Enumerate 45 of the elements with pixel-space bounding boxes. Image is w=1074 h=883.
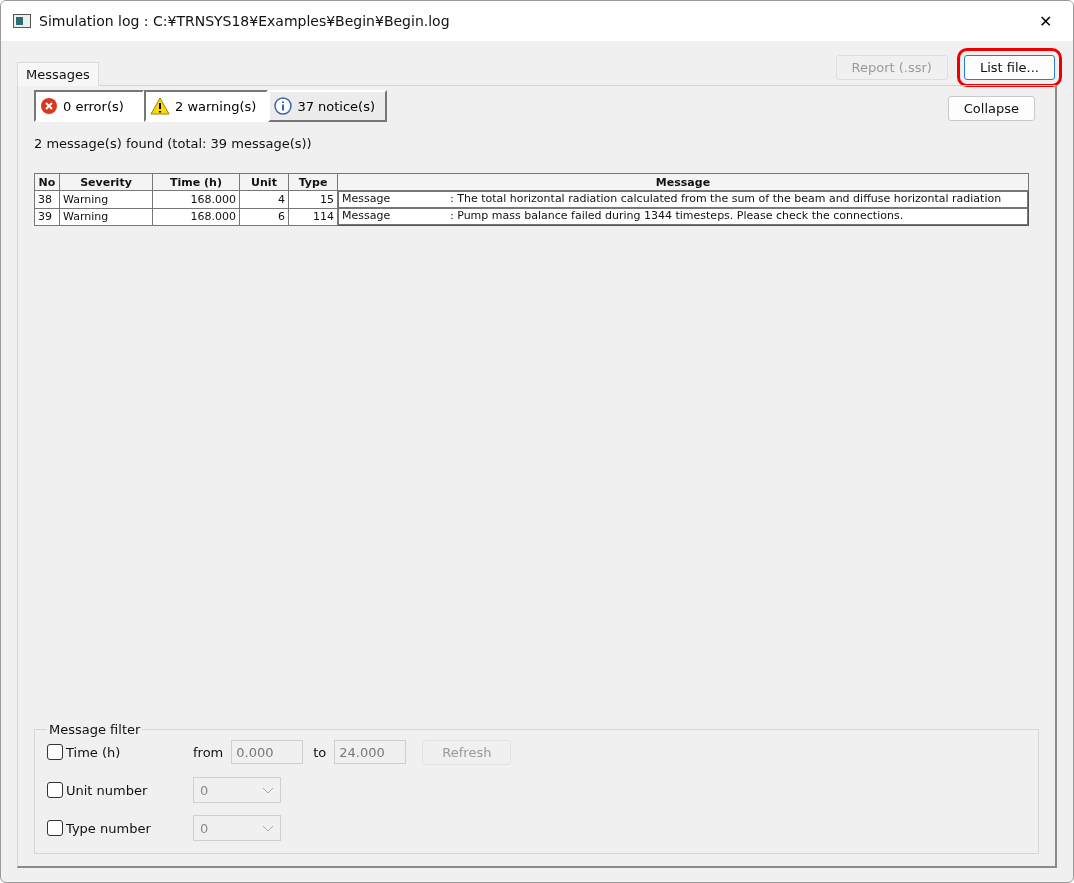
message-category: Message (342, 209, 392, 224)
message-text: : Pump mass balance failed during 1344 timesteps. Please check the connections. (450, 209, 905, 224)
warning-icon (150, 97, 170, 115)
checkbox[interactable] (47, 782, 63, 798)
dropdown-value: 0 (200, 820, 209, 836)
severity-toggle[interactable]: 2 warning(s) (144, 90, 269, 122)
table-cell: 39 (34, 208, 60, 226)
window-title: Simulation log : C:¥TRNSYS18¥Examples¥Begin¥Begin.log (39, 13, 451, 29)
checkbox[interactable] (47, 744, 63, 760)
summary-text: 2 message(s) found (total: 39 message(s)) (34, 136, 313, 151)
message-category: Message (342, 192, 392, 207)
column-header: Time (h) (152, 173, 240, 191)
message-text: : The total horizontal radiation calculated from the sum of the beam and diffuse horizontal radiation (450, 192, 1003, 207)
to-label: to (313, 744, 327, 760)
checkbox-label: Time (h) (66, 744, 121, 760)
table-cell: 114 (288, 208, 338, 226)
from-label: from (193, 744, 224, 760)
table-cell: 15 (288, 190, 338, 208)
table-cell: 4 (239, 190, 289, 208)
table-cell: Warning (59, 208, 153, 226)
column-header: Type (288, 173, 338, 191)
column-header: Unit (239, 173, 289, 191)
severity-toggle[interactable]: 0 error(s) (34, 90, 144, 122)
app-icon (13, 14, 31, 28)
checkbox[interactable] (47, 820, 63, 836)
chevron-down-icon (262, 786, 274, 794)
table-cell: 168.000 (152, 208, 240, 226)
column-header: Message (337, 173, 1029, 191)
table-cell: 168.000 (152, 190, 240, 208)
close-button[interactable]: ✕ (1029, 5, 1061, 37)
tab[interactable]: Messages (17, 62, 99, 86)
chevron-down-icon (262, 824, 274, 832)
checkbox-label: Unit number (66, 782, 148, 798)
group-title: Message filter (48, 722, 142, 737)
table-cell: 6 (239, 208, 289, 226)
dropdown-value: 0 (200, 782, 209, 798)
info-icon (274, 97, 293, 115)
table-cell: 38 (34, 190, 60, 208)
checkbox-label: Type number (66, 820, 151, 836)
table-cell: Warning (59, 190, 153, 208)
column-header: No (34, 173, 60, 191)
severity-toggle[interactable]: 37 notice(s) (268, 90, 388, 122)
collapse-button[interactable]: Collapse (947, 96, 1035, 121)
error-icon (40, 97, 58, 115)
column-header: Severity (59, 173, 153, 191)
